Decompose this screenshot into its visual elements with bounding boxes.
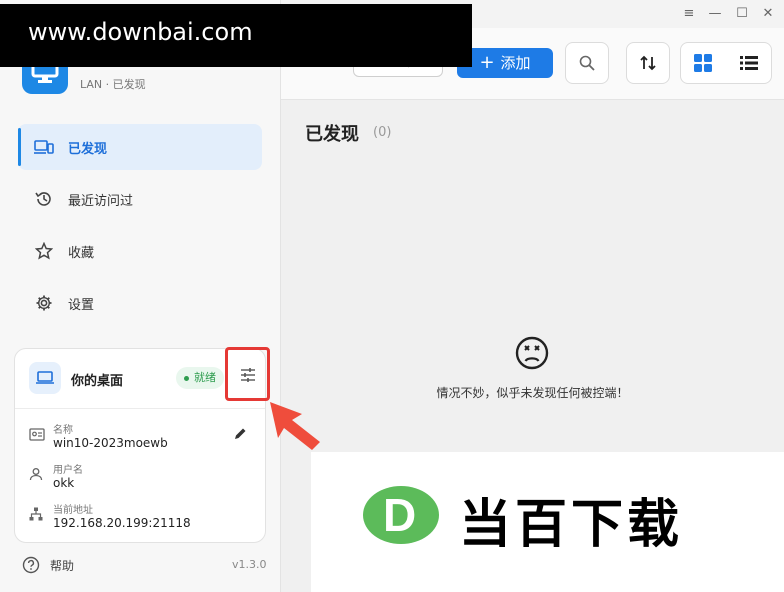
- sidebar-item-discovered[interactable]: 已发现: [18, 124, 262, 170]
- version-label: v1.3.0: [232, 558, 267, 571]
- sidebar-item-label: 已发现: [68, 141, 108, 157]
- device-title: 你的桌面: [71, 374, 124, 389]
- name-label: 名称: [53, 425, 73, 436]
- star-icon: [34, 241, 54, 261]
- name-value: win10-2023moewb: [53, 436, 168, 450]
- menu-icon[interactable]: ≡: [680, 6, 698, 22]
- add-button-label: 添加: [500, 54, 531, 72]
- list-view-button[interactable]: [727, 43, 773, 83]
- sad-face-icon: [515, 336, 549, 370]
- sidebar-item-settings[interactable]: 设置: [18, 280, 262, 326]
- view-toggle: [680, 42, 772, 84]
- sort-button[interactable]: [626, 42, 670, 84]
- close-icon[interactable]: ✕: [759, 6, 777, 22]
- gear-icon: [34, 293, 54, 313]
- sidebar-item-recent[interactable]: 最近访问过: [18, 176, 262, 222]
- sort-icon: [640, 55, 656, 71]
- plus-icon: +: [479, 52, 495, 73]
- help-icon: [22, 556, 40, 574]
- section-title: 已发现: [305, 124, 359, 145]
- address-value: 192.168.20.199:21118: [53, 516, 191, 530]
- sidebar: LAN · 已发现 已发现 最近访问过 收藏 设置 你的桌面 就绪 名称 win…: [0, 0, 281, 592]
- minimize-icon[interactable]: —: [706, 6, 724, 22]
- history-icon: [34, 189, 54, 209]
- search-button[interactable]: [565, 42, 609, 84]
- list-icon: [740, 56, 758, 70]
- user-icon: [29, 468, 43, 481]
- maximize-icon[interactable]: ☐: [733, 6, 751, 22]
- network-icon: [29, 507, 43, 521]
- empty-message: 情况不妙，似乎未发现任何被控端！: [436, 386, 629, 400]
- id-card-icon: [29, 428, 45, 441]
- status-badge: 就绪: [176, 367, 224, 389]
- brand-panel: D 当百下载: [311, 452, 784, 592]
- search-icon: [579, 55, 595, 71]
- address-label: 当前地址: [53, 505, 93, 516]
- highlight-box: [225, 347, 270, 401]
- devices-icon: [34, 137, 54, 157]
- edit-icon[interactable]: [233, 427, 247, 441]
- device-card: 你的桌面 就绪 名称 win10-2023moewb 用户名 okk 当前地址 …: [14, 347, 270, 543]
- grid-view-button[interactable]: [681, 43, 727, 83]
- device-card-header: 你的桌面 就绪: [15, 347, 270, 409]
- section-count: (0): [373, 125, 392, 140]
- sidebar-item-label: 收藏: [68, 245, 95, 261]
- user-value: okk: [53, 476, 75, 490]
- red-arrow-icon: [270, 402, 320, 450]
- grid-icon: [694, 54, 712, 72]
- help-link[interactable]: 帮助: [22, 556, 74, 574]
- user-label: 用户名: [53, 465, 83, 476]
- brand-name: 当百下载: [459, 495, 684, 555]
- watermark: www.downbai.com: [0, 4, 472, 67]
- app-subtitle: LAN · 已发现: [80, 78, 146, 91]
- tune-icon[interactable]: [240, 368, 256, 382]
- sidebar-item-favorites[interactable]: 收藏: [18, 228, 262, 274]
- help-label: 帮助: [50, 558, 75, 573]
- brand-logo: D: [363, 486, 439, 544]
- laptop-icon: [29, 362, 61, 394]
- sidebar-item-label: 最近访问过: [68, 193, 134, 209]
- sidebar-item-label: 设置: [68, 297, 95, 313]
